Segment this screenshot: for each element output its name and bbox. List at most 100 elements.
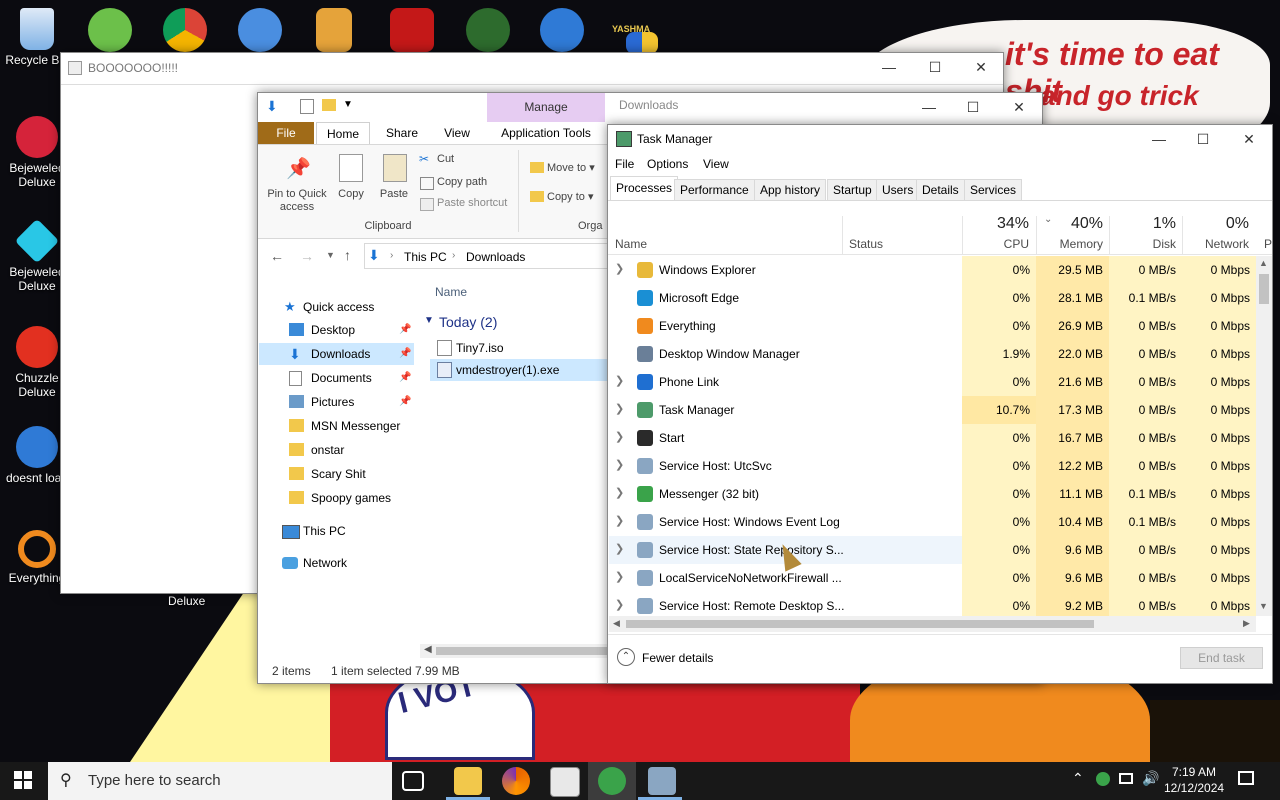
scroll-left-icon[interactable]: ◀ [424,644,432,655]
chevron-right-icon[interactable]: ❯ [615,570,624,583]
tm-hscroll-thumb[interactable] [626,620,1094,628]
paste-button[interactable]: Paste [376,188,412,200]
tm-tab-services[interactable]: Services [964,179,1023,200]
fewer-details-button[interactable]: Fewer details [642,651,713,665]
process-row[interactable]: Everything 0% 26.9 MB 0 MB/s 0 Mbps [609,312,1256,340]
process-row[interactable]: ❯ LocalServiceNoNetworkFirewall ... 0% 9.6 … [609,564,1256,592]
messenger-taskbar-icon[interactable] [598,767,626,795]
explorer-maximize-button[interactable]: ☐ [950,92,996,122]
process-row[interactable]: Microsoft Edge 0% 28.1 MB 0.1 MB/s 0 Mbps [609,284,1256,312]
tm-minimize-button[interactable]: — [1136,124,1182,154]
msn-messenger-icon[interactable] [88,8,132,52]
explorer-close-button[interactable]: ✕ [996,92,1042,122]
tm-vertical-scrollbar[interactable] [1256,256,1272,616]
cut-button[interactable]: Cut [437,153,454,165]
shield-app-icon[interactable] [466,8,510,52]
tm-menu-view[interactable]: View [703,157,729,171]
tm-maximize-button[interactable]: ☐ [1180,124,1226,154]
booo-maximize-button[interactable]: ☐ [912,52,958,82]
tm-menu-file[interactable]: File [615,157,634,171]
ribbon-tab-file[interactable]: File [258,122,314,144]
ribbon-tab-home[interactable]: Home [316,122,370,144]
task-manager-taskbar-icon[interactable] [648,767,676,795]
flash-player-icon[interactable] [390,8,434,52]
column-header-power-partial[interactable]: P [1264,237,1272,251]
breadcrumb-downloads[interactable]: Downloads [466,250,525,264]
scroll-down-icon[interactable]: ▼ [1259,601,1268,611]
task-view-icon[interactable] [402,771,424,791]
scroll-up-icon[interactable]: ▲ [1259,258,1268,268]
taskbar-clock[interactable]: 7:19 AM 12/12/2024 [1164,764,1224,796]
thunderbird-icon[interactable] [540,8,584,52]
end-task-button[interactable]: End task [1180,647,1263,669]
nav-item-spoopy-games[interactable]: Spoopy games [259,487,414,509]
copy-to-button[interactable]: Copy to ▾ [547,190,594,203]
winrar-icon[interactable] [316,8,352,52]
ribbon-tab-share[interactable]: Share [375,122,429,144]
group-collapse-icon[interactable]: ▼ [424,315,434,326]
process-row[interactable]: Desktop Window Manager 1.9% 22.0 MB 0 MB/s 0… [609,340,1256,368]
file-explorer-taskbar-icon[interactable] [454,767,482,795]
nav-network[interactable]: Network [303,556,347,570]
booo-app-taskbar-icon[interactable] [550,767,580,797]
nav-item-downloads[interactable]: ⬇ Downloads 📌 [259,343,414,365]
column-header-disk[interactable]: Disk [1110,237,1176,251]
chevron-right-icon[interactable]: ❯ [615,374,624,387]
column-header-name[interactable]: Name [615,237,647,251]
file-list-header-name[interactable]: Name [435,285,467,299]
chevron-right-icon[interactable]: ❯ [615,598,624,611]
copy-button[interactable]: Copy [333,188,369,200]
column-header-cpu[interactable]: CPU [963,237,1029,251]
booo-close-button[interactable]: ✕ [958,52,1004,82]
notification-center-icon[interactable] [1238,771,1254,785]
nav-item-scary-shit[interactable]: Scary Shit [259,463,414,485]
column-header-network[interactable]: Network [1183,237,1249,251]
column-header-memory[interactable]: Memory [1037,237,1103,251]
recent-locations-icon[interactable]: ▼ [326,250,335,260]
up-arrow-icon[interactable]: ↑ [344,247,351,263]
tm-menu-options[interactable]: Options [647,157,688,171]
tm-tab-performance[interactable]: Performance [674,179,755,200]
scroll-left-icon[interactable]: ◀ [613,618,620,629]
chevron-up-icon[interactable]: ⌃ [617,648,635,666]
ribbon-tab-application-tools[interactable]: Application Tools [487,122,605,144]
chevron-right-icon[interactable]: ❯ [615,542,624,555]
pin-to-quick-access-button[interactable]: Pin to Quick access [262,188,332,214]
scroll-right-icon[interactable]: ▶ [1243,618,1250,629]
tm-tab-processes[interactable]: Processes [610,176,679,201]
uac-shield-icon[interactable] [626,32,658,54]
nav-item-pictures[interactable]: Pictures 📌 [259,391,414,413]
process-row[interactable]: ❯ Windows Explorer 0% 29.5 MB 0 MB/s 0 Mbps [609,256,1256,284]
tm-tab-startup[interactable]: Startup [827,179,878,200]
nav-item-desktop[interactable]: Desktop 📌 [259,319,414,341]
process-row[interactable]: ❯ Service Host: State Repository S... 0% 9.… [609,536,1256,564]
process-row[interactable]: ❯ Service Host: UtcSvc 0% 12.2 MB 0 MB/s 0 Mb… [609,452,1256,480]
tm-tab-app-history[interactable]: App history [754,179,827,200]
chevron-up-tray-icon[interactable]: ⌃ [1072,770,1084,787]
p-app-icon[interactable] [238,8,282,52]
chrome-icon[interactable] [163,8,207,52]
chevron-right-icon[interactable]: ❯ [615,402,624,415]
tm-tab-details[interactable]: Details [916,179,965,200]
file-item-tiny7[interactable]: Tiny7.iso [456,341,504,355]
tm-close-button[interactable]: ✕ [1226,124,1272,154]
scrollbar-thumb[interactable] [436,647,608,655]
network-tray-icon[interactable] [1119,773,1133,784]
process-row[interactable]: ❯ Service Host: Windows Event Log 0% 10.4 M… [609,508,1256,536]
chevron-right-icon[interactable]: ❯ [615,486,624,499]
copy-path-button[interactable]: Copy path [437,176,487,188]
firefox-icon[interactable] [502,767,530,795]
process-row[interactable]: ❯ Start 0% 16.7 MB 0 MB/s 0 Mbps [609,424,1256,452]
nav-item-documents[interactable]: Documents 📌 [259,367,414,389]
process-row[interactable]: ❯ Messenger (32 bit) 0% 11.1 MB 0.1 MB/s 0 Mb… [609,480,1256,508]
volume-icon[interactable]: 🔊 [1142,770,1159,787]
new-folder-icon[interactable] [322,99,336,111]
start-button[interactable] [14,771,32,789]
back-arrow-icon[interactable]: ← [270,248,284,264]
nav-quick-access[interactable]: Quick access [303,300,374,314]
breadcrumb-this-pc[interactable]: This PC [404,250,447,264]
column-header-status[interactable]: Status [849,237,883,251]
properties-icon[interactable] [300,99,314,114]
forward-arrow-icon[interactable]: → [300,248,314,264]
ribbon-tab-view[interactable]: View [432,122,482,144]
